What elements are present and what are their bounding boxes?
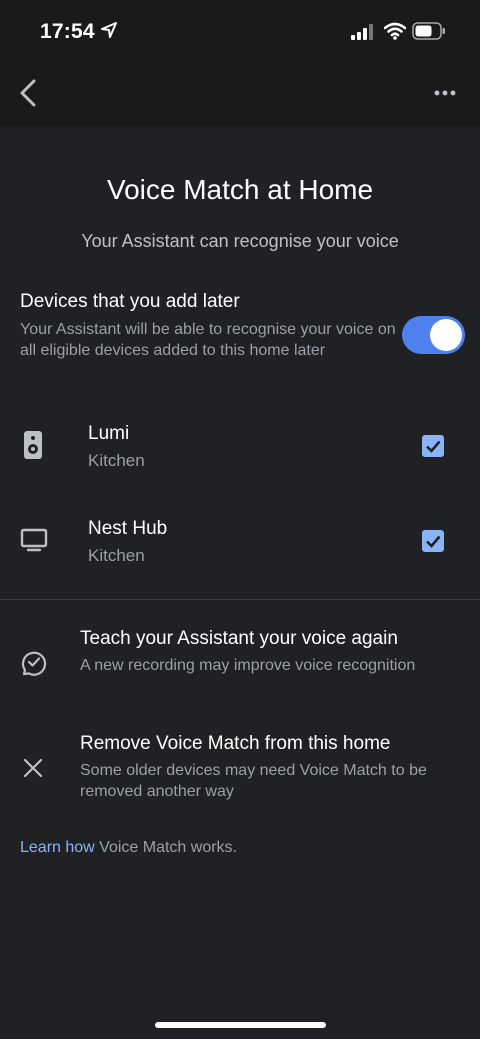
learn-how-text: Learn how Voice Match works. (20, 839, 237, 857)
section-divider (0, 599, 480, 600)
location-arrow-icon (101, 22, 117, 38)
device-name: Nest Hub (88, 518, 168, 539)
teach-voice-description: A new recording may improve voice recogn… (80, 657, 416, 674)
device-room: Kitchen (88, 546, 145, 565)
device-name: Lumi (88, 423, 130, 444)
device-checkbox-nest-hub[interactable] (422, 530, 444, 552)
page-subtitle: Your Assistant can recognise your voice (81, 231, 399, 251)
app-bar (0, 64, 480, 127)
display-icon (20, 528, 48, 552)
learn-how-link[interactable]: Learn how (20, 839, 95, 856)
teach-voice-title[interactable]: Teach your Assistant your voice again (80, 628, 398, 650)
toggle-knob (430, 319, 462, 351)
learn-how-suffix: Voice Match works. (94, 839, 237, 856)
cellular-signal-icon (351, 24, 373, 40)
later-devices-toggle[interactable] (402, 316, 465, 354)
status-bar: 17:54 (0, 0, 480, 64)
page-title: Voice Match at Home (106, 174, 374, 205)
voice-check-icon (22, 651, 47, 676)
home-indicator[interactable] (155, 1022, 326, 1028)
remove-voice-match-title[interactable]: Remove Voice Match from this home (80, 733, 390, 755)
wifi-icon (384, 22, 406, 40)
status-time: 17:54 (40, 20, 95, 43)
device-checkbox-lumi[interactable] (422, 435, 444, 457)
back-arrow-icon[interactable] (14, 76, 44, 110)
more-options-icon[interactable] (430, 84, 460, 102)
remove-voice-match-description: Some older devices may need Voice Match … (80, 762, 427, 800)
speaker-icon (24, 431, 42, 459)
close-icon (23, 758, 43, 778)
device-room: Kitchen (88, 451, 145, 470)
later-devices-heading: Devices that you add later (20, 291, 240, 312)
battery-icon (412, 22, 445, 40)
later-devices-description: Your Assistant will be able to recognise… (20, 321, 396, 359)
